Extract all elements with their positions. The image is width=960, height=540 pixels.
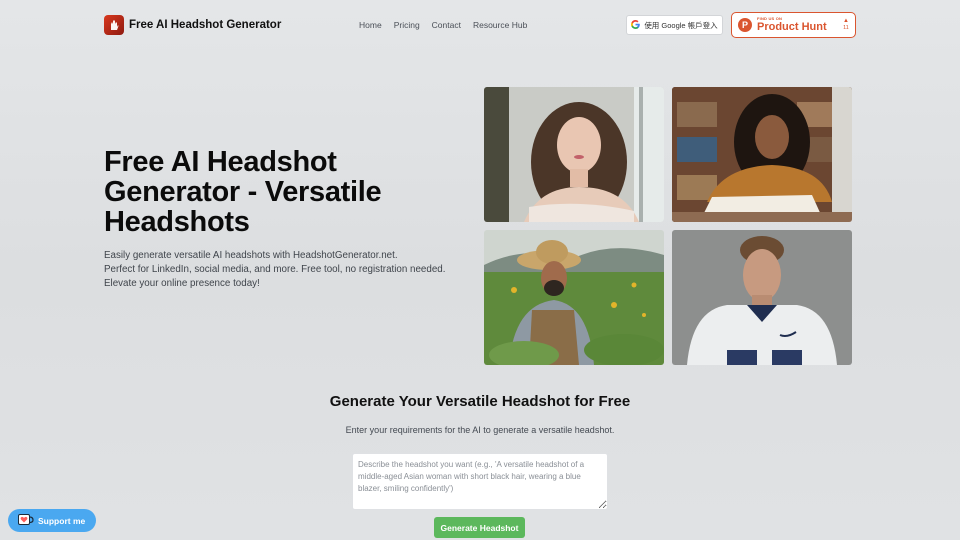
gallery-photo-woman-window xyxy=(484,87,664,222)
site-header: Free AI Headshot Generator Home Pricing … xyxy=(0,0,960,52)
gallery-photo-farmer-field xyxy=(484,230,664,365)
gallery-photo-football-player xyxy=(672,230,852,365)
nav-home[interactable]: Home xyxy=(359,20,382,30)
hero-title: Free AI Headshot Generator - Versatile H… xyxy=(104,146,382,238)
support-me-label: Support me xyxy=(38,515,86,526)
nav-pricing[interactable]: Pricing xyxy=(394,20,420,30)
hero-description-line: Easily generate versatile AI headshots w… xyxy=(104,250,398,261)
brand-link[interactable]: Free AI Headshot Generator xyxy=(104,15,281,35)
product-hunt-votes: ▲ 11 xyxy=(843,18,849,32)
product-hunt-big-label: Product Hunt xyxy=(757,21,827,33)
generator-subtitle: Enter your requirements for the AI to ge… xyxy=(345,425,615,435)
main-nav: Home Pricing Contact Resource Hub xyxy=(359,20,527,30)
hero-description-line: Perfect for LinkedIn, social media, and … xyxy=(104,264,446,275)
upvote-triangle-icon: ▲ xyxy=(843,18,849,25)
nav-resource-hub[interactable]: Resource Hub xyxy=(473,20,527,30)
product-hunt-icon: P xyxy=(738,18,752,32)
gallery-photo-woman-library xyxy=(672,87,852,222)
product-hunt-text: FIND US ON Product Hunt xyxy=(757,17,827,33)
google-login-button[interactable]: 使用 Google 帳戶登入 xyxy=(626,15,723,35)
product-hunt-badge[interactable]: P FIND US ON Product Hunt ▲ 11 xyxy=(731,12,856,38)
generator-title: Generate Your Versatile Headshot for Fre… xyxy=(329,393,631,410)
generate-headshot-button[interactable]: Generate Headshot xyxy=(434,517,525,538)
vote-count: 11 xyxy=(843,25,849,32)
headshot-gallery xyxy=(484,87,852,365)
support-me-button[interactable]: Support me xyxy=(8,509,96,532)
hero-description-line: Elevate your online presence today! xyxy=(104,278,260,289)
brand-name: Free AI Headshot Generator xyxy=(129,19,282,31)
google-icon xyxy=(631,19,641,31)
hero-description: Easily generate versatile AI headshots w… xyxy=(104,249,464,291)
logo-hand-icon xyxy=(104,15,124,35)
headshot-prompt-input[interactable] xyxy=(352,453,608,510)
nav-contact[interactable]: Contact xyxy=(432,20,461,30)
google-login-label: 使用 Google 帳戶登入 xyxy=(644,20,718,30)
coffee-cup-heart-icon xyxy=(18,513,34,528)
